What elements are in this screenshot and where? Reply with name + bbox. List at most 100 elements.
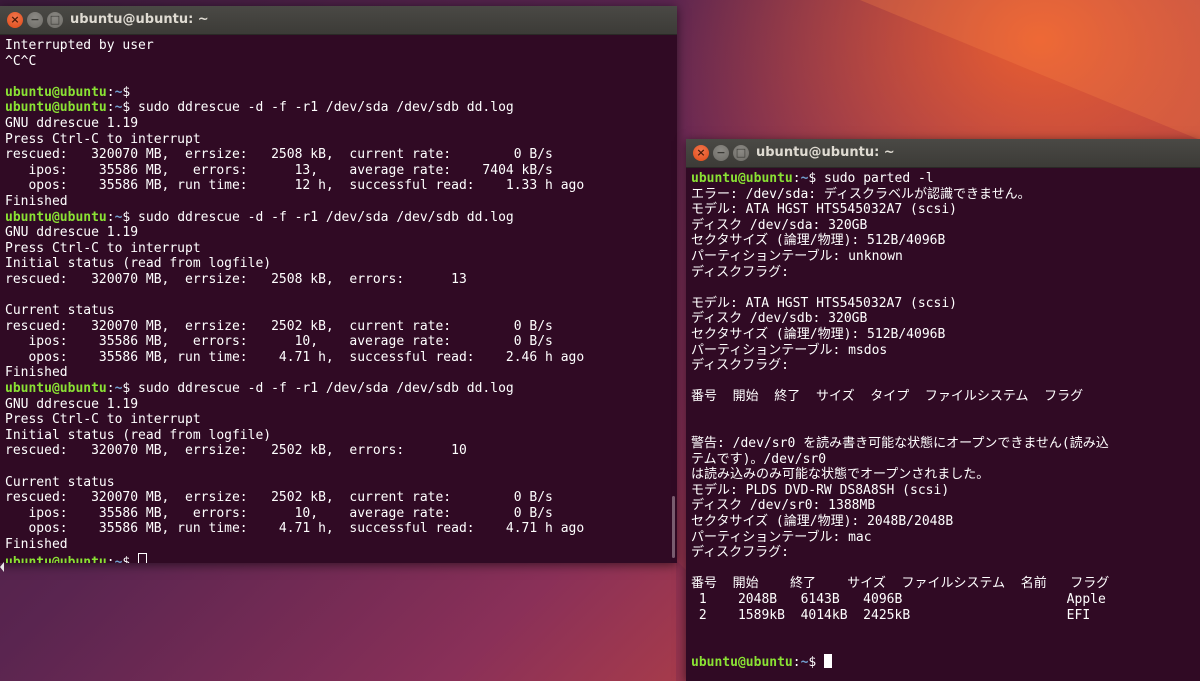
output-line: モデル: ATA HGST HTS545032A7 (scsi) [691,296,1200,312]
output-text: rescued: 320070 MB, errsize: 2508 kB, er… [5,271,467,287]
output-line: テムです)。/dev/sr0 [691,452,1200,468]
output-text: Press Ctrl-C to interrupt [5,131,201,147]
output-line: 2 1589kB 4014kB 2425kB EFI [691,608,1200,624]
output-line: ディスク /dev/sda: 320GB [691,218,1200,234]
output-text: ipos: 35586 MB, errors: 10, average rate… [5,505,553,521]
output-line: Finished [5,537,677,553]
output-text: rescued: 320070 MB, errsize: 2502 kB, cu… [5,318,553,334]
output-line: rescued: 320070 MB, errsize: 2502 kB, cu… [5,490,677,506]
minimize-button[interactable]: − [713,145,729,161]
output-line: ipos: 35586 MB, errors: 10, average rate… [5,506,677,522]
command-text: $ sudo ddrescue -d -f -r1 /dev/sda /dev/… [122,100,514,116]
titlebar[interactable]: × − □ ubuntu@ubuntu: ~ [0,6,677,35]
prompt-line: ubuntu@ubuntu:~$ sudo parted -l [691,171,1200,187]
output-line: パーティションテーブル: mac [691,530,1200,546]
output-line: rescued: 320070 MB, errsize: 2502 kB, cu… [5,319,677,335]
output-line: Interrupted by user [5,38,677,54]
text-cursor [824,654,833,669]
command-text: $ [808,655,825,671]
output-text: ^C^C [5,53,37,69]
output-line: Finished [5,365,677,381]
output-line: ^C^C [5,54,677,70]
output-line: ディスク /dev/sdb: 320GB [691,311,1200,327]
output-line: 1 2048B 6143B 4096B Apple [691,592,1200,608]
output-line: 番号 開始 終了 サイズ ファイルシステム 名前 フラグ [691,576,1200,592]
output-text: rescued: 320070 MB, errsize: 2502 kB, er… [5,443,467,459]
output-line: Initial status (read from logfile) [5,256,677,272]
output-text: Current status [5,303,115,319]
minimize-button[interactable]: − [27,12,43,28]
maximize-button[interactable]: □ [47,12,63,28]
output-text: 番号 開始 終了 サイズ タイプ ファイルシステム フラグ [691,389,1084,405]
close-button[interactable]: × [7,12,23,28]
output-line: モデル: PLDS DVD-RW DS8A8SH (scsi) [691,483,1200,499]
output-line: GNU ddrescue 1.19 [5,225,677,241]
command-text: $ sudo ddrescue -d -f -r1 /dev/sda /dev/… [122,209,514,225]
prompt-user: ubuntu@ubuntu [5,84,107,100]
titlebar[interactable]: × − □ ubuntu@ubuntu: ~ [686,139,1200,168]
prompt-user: ubuntu@ubuntu [5,381,107,397]
prompt-separator: : [106,554,115,563]
output-text: 警告: /dev/sr0 を読み書き可能な状態にオープンできません(読み込 [691,436,1109,452]
close-button[interactable]: × [693,145,709,161]
output-line: セクタサイズ (論理/物理): 512B/4096B [691,327,1200,343]
output-text: テムです)。/dev/sr0 [691,451,827,467]
output-line: rescued: 320070 MB, errsize: 2508 kB, cu… [5,147,677,163]
output-line: Current status [5,475,677,491]
output-line: 警告: /dev/sr0 を読み書き可能な状態にオープンできません(読み込 [691,436,1200,452]
prompt-line: ubuntu@ubuntu:~$ sudo ddrescue -d -f -r1… [5,210,677,226]
output-text: パーティションテーブル: mac [691,529,872,545]
output-text: ディスク /dev/sr0: 1388MB [691,498,876,514]
output-line: opos: 35586 MB, run time: 4.71 h, succes… [5,350,677,366]
prompt-separator: : [106,100,115,116]
output-line: GNU ddrescue 1.19 [5,397,677,413]
maximize-button[interactable]: □ [733,145,749,161]
output-text: GNU ddrescue 1.19 [5,396,139,412]
output-text: Press Ctrl-C to interrupt [5,240,201,256]
output-text: 2 1589kB 4014kB 2425kB EFI [691,607,1091,623]
output-text: セクタサイズ (論理/物理): 512B/4096B [691,233,946,249]
prompt-user: ubuntu@ubuntu [691,655,793,671]
window-title: ubuntu@ubuntu: ~ [70,12,209,27]
window-title: ubuntu@ubuntu: ~ [756,145,895,160]
terminal-output[interactable]: Interrupted by user ^C^C ubuntu@ubuntu:~$ u… [0,35,677,563]
output-text: パーティションテーブル: msdos [691,342,888,358]
output-text: エラー: /dev/sda: ディスクラベルが認識できません。 [691,186,1031,202]
terminal-window-right[interactable]: × − □ ubuntu@ubuntu: ~ ubuntu@ubuntu:~$ … [686,139,1200,681]
terminal-output[interactable]: ubuntu@ubuntu:~$ sudo parted -l エラー: /dev… [686,168,1200,670]
output-text: ディスクフラグ: [691,264,789,280]
output-line: ipos: 35586 MB, errors: 10, average rate… [5,334,677,350]
prompt-line: ubuntu@ubuntu:~$ sudo ddrescue -d -f -r1… [5,381,677,397]
output-line: セクタサイズ (論理/物理): 512B/4096B [691,233,1200,249]
output-text: モデル: PLDS DVD-RW DS8A8SH (scsi) [691,482,950,498]
output-text: 1 2048B 6143B 4096B Apple [691,592,1106,608]
output-text: セクタサイズ (論理/物理): 2048B/2048B [691,514,954,530]
prompt-separator: : [106,84,115,100]
output-text: opos: 35586 MB, run time: 12 h, successf… [5,178,585,194]
prompt-separator: : [792,655,801,671]
output-line: パーティションテーブル: unknown [691,249,1200,265]
window-controls: × − □ [693,145,749,161]
output-text: 番号 開始 終了 サイズ ファイルシステム 名前 フラグ [691,576,1110,592]
output-text: Press Ctrl-C to interrupt [5,412,201,428]
output-line: rescued: 320070 MB, errsize: 2508 kB, er… [5,272,677,288]
terminal-window-left[interactable]: × − □ ubuntu@ubuntu: ~ Interrupted by us… [0,6,677,563]
output-line: ipos: 35586 MB, errors: 13, average rate… [5,163,677,179]
wallpaper-facet [860,0,1200,140]
prompt-user: ubuntu@ubuntu [5,100,107,116]
output-line: セクタサイズ (論理/物理): 2048B/2048B [691,514,1200,530]
prompt-user: ubuntu@ubuntu [5,209,107,225]
command-text: $ [122,84,131,100]
output-text: ディスク /dev/sdb: 320GB [691,311,868,327]
output-text: パーティションテーブル: unknown [691,248,903,264]
scrollbar[interactable] [672,496,675,558]
output-line: 番号 開始 終了 サイズ タイプ ファイルシステム フラグ [691,389,1200,405]
prompt-line: ubuntu@ubuntu:~$ sudo ddrescue -d -f -r1… [5,100,677,116]
output-line: opos: 35586 MB, run time: 4.71 h, succes… [5,521,677,537]
output-text: Finished [5,537,68,552]
